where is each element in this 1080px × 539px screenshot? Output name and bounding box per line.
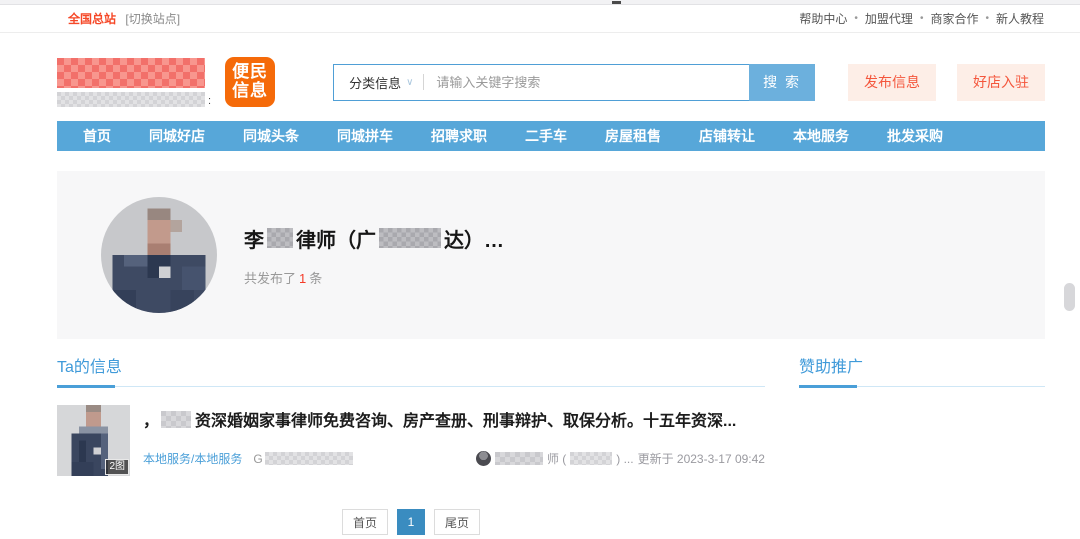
- listing-poster-meta: 师 ( ) ... 更新于 2023-3-17 09:42: [476, 450, 765, 467]
- stats-suffix: 条: [309, 271, 322, 286]
- profile-name-part: 达）…: [444, 224, 504, 253]
- redacted-name: [379, 228, 441, 248]
- listing-item[interactable]: 2图 ， 资深婚姻家事律师免费咨询、房产查册、刑事辩护、取保分析。十五年资深..…: [57, 405, 765, 476]
- search-category-dropdown[interactable]: 分类信息 ∨: [334, 73, 423, 92]
- listing-title[interactable]: ， 资深婚姻家事律师免费咨询、房产查册、刑事辩护、取保分析。十五年资深...: [143, 407, 765, 431]
- browser-edge-strip: [0, 0, 1080, 5]
- nav-item-housing[interactable]: 房屋租售: [586, 126, 680, 146]
- listing-updated-time: 更新于 2023-3-17 09:42: [638, 450, 765, 467]
- profile-panel: 李 律师（广 达）… 共发布了1条: [57, 171, 1045, 339]
- listing-body: ， 资深婚姻家事律师免费咨询、房产查册、刑事辩护、取保分析。十五年资深... 本…: [143, 405, 765, 476]
- nav-item-wholesale[interactable]: 批发采购: [868, 126, 962, 146]
- search-button[interactable]: 搜 索: [749, 64, 815, 101]
- main-nav-bar: 首页 同城好店 同城头条 同城拼车 招聘求职 二手车 房屋租售 店铺转让 本地服…: [57, 121, 1045, 151]
- listing-title-lead: ，: [143, 407, 159, 431]
- profile-name-part: 律师（广: [296, 224, 376, 253]
- search-input[interactable]: [424, 75, 749, 90]
- site-logo[interactable]: :: [57, 58, 211, 107]
- poster-suffix: 师 (: [547, 450, 566, 467]
- switch-site-link[interactable]: [切换站点]: [125, 12, 180, 26]
- topbar-links: 帮助中心 • 加盟代理 • 商家合作 • 新人教程: [799, 10, 1044, 27]
- dot-separator: •: [920, 13, 924, 24]
- site-selector: 全国总站 [切换站点]: [68, 10, 180, 27]
- redacted-poster-org: [570, 452, 612, 465]
- badge-line1: 便民: [232, 63, 268, 82]
- nav-item-used-cars[interactable]: 二手车: [506, 126, 586, 146]
- nav-item-city-shops[interactable]: 同城好店: [130, 126, 224, 146]
- topbar-link-agency[interactable]: 加盟代理: [865, 10, 913, 27]
- redacted-title-part: [161, 411, 191, 428]
- profile-name-part: 李: [244, 224, 264, 253]
- section-title-ta-info: Ta的信息: [57, 353, 765, 387]
- listing-title-text: 资深婚姻家事律师免费咨询、房产查册、刑事辩护、取保分析。十五年资深...: [195, 407, 736, 431]
- side-scroll-widget[interactable]: [1064, 283, 1075, 311]
- sponsor-column: 赞助推广: [799, 353, 1045, 535]
- publish-info-button[interactable]: 发布信息: [848, 64, 936, 101]
- redacted-poster-name: [495, 452, 543, 465]
- stats-count: 1: [299, 271, 306, 286]
- topbar-link-newbie-tutorial[interactable]: 新人教程: [996, 10, 1044, 27]
- dot-separator: •: [985, 13, 989, 24]
- listing-code: G: [253, 452, 352, 466]
- nav-item-shop-transfer[interactable]: 店铺转让: [680, 126, 774, 146]
- listing-meta: 本地服务/本地服务 G 师 ( ) ... 更新于 2023-3-17 09:4…: [143, 450, 765, 467]
- listing-thumbnail[interactable]: 2图: [57, 405, 130, 476]
- topbar-link-cooperation[interactable]: 商家合作: [930, 10, 978, 27]
- profile-avatar: [101, 197, 217, 313]
- badge-line2: 信息: [232, 82, 268, 101]
- profile-stats: 共发布了1条: [244, 268, 504, 287]
- image-count-badge: 2图: [105, 459, 129, 475]
- listing-category-link[interactable]: 本地服务/本地服务: [143, 450, 242, 467]
- nav-item-city-headlines[interactable]: 同城头条: [224, 126, 318, 146]
- nav-item-home[interactable]: 首页: [64, 126, 130, 146]
- bianmin-xinxi-badge[interactable]: 便民 信息: [225, 57, 275, 107]
- poster-close: ) ...: [616, 452, 633, 466]
- top-utility-bar: 全国总站 [切换站点] 帮助中心 • 加盟代理 • 商家合作 • 新人教程: [0, 5, 1080, 33]
- profile-info: 李 律师（广 达）… 共发布了1条: [244, 224, 504, 287]
- site-header: : 便民 信息 分类信息 ∨ 搜 索 发布信息 好店入驻: [57, 33, 1045, 121]
- section-title-sponsor: 赞助推广: [799, 353, 1045, 387]
- redacted-logo-text: [57, 58, 205, 88]
- section-title-text: Ta的信息: [57, 359, 122, 376]
- search-bar: 分类信息 ∨ 搜 索: [333, 64, 815, 101]
- topbar-link-help-center[interactable]: 帮助中心: [799, 10, 847, 27]
- pagination-last-button[interactable]: 尾页: [434, 509, 480, 535]
- nav-item-local-services[interactable]: 本地服务: [774, 126, 868, 146]
- listing-code-prefix: G: [253, 452, 262, 466]
- section-title-text: 赞助推广: [799, 359, 863, 376]
- profile-title: 李 律师（广 达）…: [244, 224, 504, 253]
- listings-column: Ta的信息 2图: [57, 353, 765, 535]
- search-category-label: 分类信息: [349, 73, 401, 92]
- redacted-code: [265, 452, 353, 465]
- nav-item-jobs[interactable]: 招聘求职: [412, 126, 506, 146]
- browser-edge-mark: [612, 1, 621, 4]
- current-site-link[interactable]: 全国总站: [68, 12, 116, 26]
- stats-prefix: 共发布了: [244, 271, 296, 286]
- redacted-name: [267, 228, 293, 248]
- poster-avatar: [476, 451, 491, 466]
- logo-colon-mark: :: [208, 96, 211, 107]
- redacted-logo-slogan: [57, 92, 205, 107]
- shop-join-button[interactable]: 好店入驻: [957, 64, 1045, 101]
- dot-separator: •: [854, 13, 858, 24]
- chevron-down-icon: ∨: [406, 77, 413, 88]
- pagination: 首页 1 尾页: [57, 509, 765, 535]
- pagination-first-button[interactable]: 首页: [342, 509, 388, 535]
- nav-item-carpool[interactable]: 同城拼车: [318, 126, 412, 146]
- pagination-page-1-button[interactable]: 1: [397, 509, 425, 535]
